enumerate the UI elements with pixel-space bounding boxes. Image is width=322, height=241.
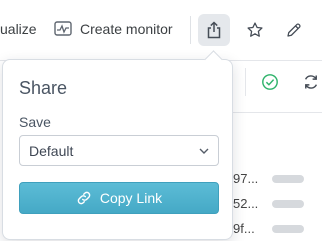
create-monitor-button[interactable]: Create monitor [54, 19, 173, 39]
share-upload-icon [207, 21, 221, 39]
link-icon [77, 191, 91, 205]
save-select[interactable]: Default [19, 135, 219, 166]
favorite-button[interactable] [239, 14, 271, 46]
star-icon [247, 22, 263, 37]
top-toolbar: ualize Create monitor [0, 0, 322, 60]
share-button[interactable] [198, 14, 230, 46]
copy-link-button[interactable]: Copy Link [19, 182, 219, 214]
chevron-down-icon [199, 148, 209, 154]
visualize-button[interactable]: ualize [0, 20, 37, 38]
refresh-button[interactable] [302, 73, 320, 96]
monitor-icon [54, 21, 72, 36]
panel-divider [233, 112, 322, 113]
toolbar-divider [190, 16, 191, 44]
pencil-icon [287, 23, 301, 37]
check-circle-icon [262, 74, 278, 90]
save-select-value: Default [29, 143, 74, 159]
refresh-icon [304, 75, 318, 89]
status-button[interactable] [261, 73, 279, 96]
row-value-bar [272, 225, 304, 233]
row-value-bar [272, 200, 304, 208]
create-monitor-label: Create monitor [80, 21, 173, 37]
row-id: 97... [233, 171, 259, 186]
row-value-bar [272, 175, 304, 183]
popover-title: Share [19, 78, 68, 98]
secondary-divider [245, 68, 246, 96]
row-id: 9f... [233, 221, 255, 236]
row-id: 52... [233, 196, 259, 211]
edit-button[interactable] [278, 14, 310, 46]
save-label: Save [19, 114, 51, 130]
share-popover: Share Save Default Copy Link [2, 59, 233, 240]
copy-link-label: Copy Link [99, 190, 163, 206]
